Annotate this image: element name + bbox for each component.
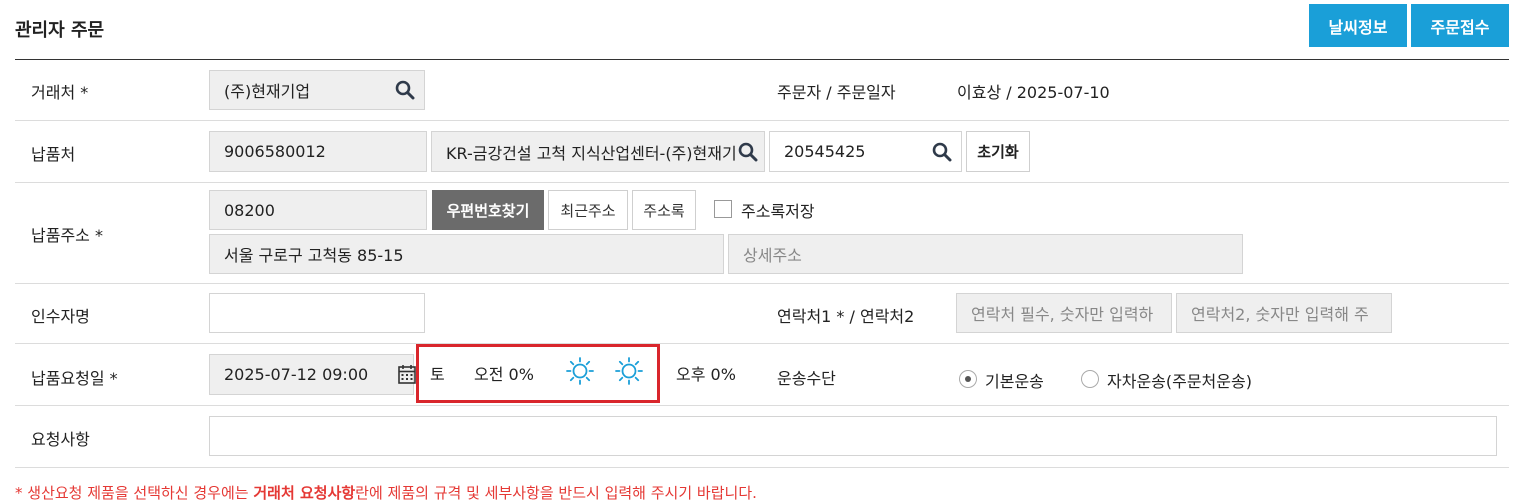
transport-label: 운송수단 [777, 369, 836, 388]
receiver-input[interactable] [209, 293, 425, 333]
delivery-name-field[interactable]: KR-금강건설 고척 지식산업센터-(주)현재기 [431, 131, 765, 172]
order-submit-button[interactable]: 주문접수 [1411, 4, 1509, 47]
contact1-placeholder: 연락처 필수, 숫자만 입력하 [971, 305, 1154, 324]
delivery-code-field[interactable]: 9006580012 [209, 131, 427, 172]
pm-rain-label: 오후 0% [676, 365, 736, 384]
request-date-value: 2025-07-12 09:00 [224, 365, 369, 384]
am-rain-label: 오전 0% [474, 365, 534, 384]
zipcode-field[interactable]: 08200 [209, 190, 427, 230]
customer-value: (주)현재기업 [224, 82, 311, 101]
calendar-icon[interactable] [398, 364, 416, 384]
sun-icon [615, 357, 643, 385]
customer-label: 거래처 * [31, 83, 89, 102]
contact2-placeholder: 연락처2, 숫자만 입력해 주 [1191, 305, 1369, 324]
delivery-name-value: KR-금강건설 고척 지식산업센터-(주)현재기 [446, 143, 737, 163]
orderer-value: 이효상 / 2025-07-10 [957, 83, 1110, 102]
requests-input[interactable] [209, 416, 1497, 456]
delivery-number-field[interactable]: 20545425 [769, 131, 962, 172]
contact2-input[interactable]: 연락처2, 숫자만 입력해 주 [1176, 293, 1392, 333]
recent-address-button[interactable]: 최근주소 [548, 190, 628, 230]
address1-field[interactable]: 서울 구로구 고척동 85-15 [209, 234, 724, 274]
search-icon[interactable] [932, 142, 952, 162]
transport-option-basic-label: 기본운송 [985, 372, 1044, 391]
delivery-code-value: 9006580012 [224, 142, 326, 161]
search-icon[interactable] [738, 142, 758, 162]
address-label: 납품주소 * [31, 226, 103, 245]
customer-field[interactable]: (주)현재기업 [209, 70, 425, 110]
address-book-button[interactable]: 주소록 [632, 190, 696, 230]
sun-icon [566, 357, 594, 385]
notice-prefix: * 생산요청 제품을 선택하신 경우에는 [15, 484, 254, 502]
request-date-field[interactable]: 2025-07-12 09:00 [209, 354, 414, 395]
weather-info-button[interactable]: 날씨정보 [1309, 4, 1407, 47]
save-address-checkbox[interactable] [714, 200, 732, 218]
orderer-label: 주문자 / 주문일자 [777, 83, 896, 102]
weekday-label: 토 [430, 365, 445, 384]
address2-field[interactable]: 상세주소 [728, 234, 1243, 274]
receiver-label: 인수자명 [31, 307, 90, 326]
notice-text: * 생산요청 제품을 선택하신 경우에는 거래처 요청사항란에 제품의 규격 및… [15, 482, 757, 503]
contact1-input[interactable]: 연락처 필수, 숫자만 입력하 [956, 293, 1172, 333]
address1-value: 서울 구로구 고척동 85-15 [224, 246, 404, 265]
transport-option-basic-radio[interactable] [959, 370, 977, 388]
delivery-place-label: 납품처 [31, 145, 76, 164]
delivery-number-value: 20545425 [784, 142, 866, 161]
save-address-label: 주소록저장 [741, 202, 815, 221]
find-zipcode-button[interactable]: 우편번호찾기 [432, 190, 544, 230]
request-date-label: 납품요청일 * [31, 369, 118, 388]
reset-button[interactable]: 초기화 [966, 131, 1030, 172]
transport-option-own-radio[interactable] [1081, 370, 1099, 388]
zipcode-value: 08200 [224, 200, 275, 220]
page-title: 관리자 주문 [15, 20, 105, 41]
notice-emphasis: 거래처 요청사항 [253, 484, 356, 502]
requests-label: 요청사항 [31, 430, 90, 449]
contact-label: 연락처1 * / 연락처2 [777, 307, 915, 326]
address2-placeholder: 상세주소 [743, 246, 802, 265]
search-icon[interactable] [395, 80, 415, 100]
notice-suffix: 란에 제품의 규격 및 세부사항을 반드시 입력해 주시기 바랍니다. [355, 484, 757, 502]
transport-option-own-label: 자차운송(주문처운송) [1107, 372, 1252, 391]
